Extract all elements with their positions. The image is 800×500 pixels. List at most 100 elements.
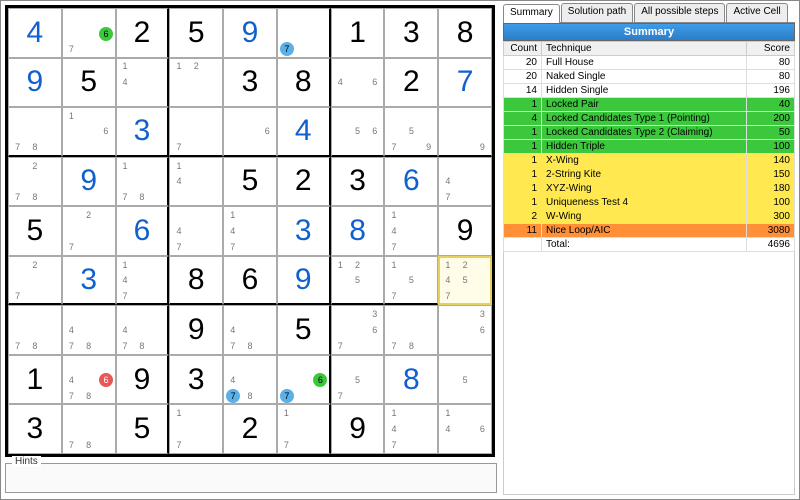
table-row[interactable]: 11Nice Loop/AIC3080: [504, 224, 795, 238]
sudoku-cell[interactable]: 7: [169, 107, 223, 157]
sudoku-cell[interactable]: 7: [438, 58, 492, 108]
sudoku-cell[interactable]: 2: [223, 404, 277, 454]
sudoku-cell[interactable]: 67: [277, 355, 331, 405]
sudoku-cell[interactable]: 47: [169, 206, 223, 256]
sudoku-cell[interactable]: 3: [62, 256, 116, 306]
table-row[interactable]: 4Locked Candidates Type 1 (Pointing)200: [504, 112, 795, 126]
sudoku-cell[interactable]: 17: [169, 404, 223, 454]
sudoku-cell[interactable]: 5: [223, 157, 277, 207]
sudoku-cell[interactable]: 36: [438, 305, 492, 355]
sudoku-cell[interactable]: 2: [116, 8, 170, 58]
sudoku-cell[interactable]: 147: [384, 206, 438, 256]
sudoku-cell[interactable]: 56: [331, 107, 385, 157]
sudoku-cell[interactable]: 9: [331, 404, 385, 454]
tab-active-cell[interactable]: Active Cell: [726, 3, 787, 22]
sudoku-cell[interactable]: 8: [277, 58, 331, 108]
sudoku-cell[interactable]: 478: [116, 305, 170, 355]
sudoku-cell[interactable]: 78: [8, 107, 62, 157]
sudoku-cell[interactable]: 78: [8, 305, 62, 355]
sudoku-cell[interactable]: 4786: [62, 355, 116, 405]
tab-solution-path[interactable]: Solution path: [561, 3, 633, 22]
sudoku-cell[interactable]: 8: [438, 8, 492, 58]
sudoku-cell[interactable]: 46: [331, 58, 385, 108]
sudoku-cell[interactable]: 147: [116, 256, 170, 306]
table-row[interactable]: 1X-Wing140: [504, 154, 795, 168]
sudoku-cell[interactable]: 4: [8, 8, 62, 58]
sudoku-cell[interactable]: 47: [438, 157, 492, 207]
sudoku-cell[interactable]: 9: [223, 8, 277, 58]
col-technique[interactable]: Technique: [542, 42, 747, 56]
sudoku-cell[interactable]: 12457: [438, 256, 492, 306]
sudoku-cell[interactable]: 9: [169, 305, 223, 355]
sudoku-cell[interactable]: 16: [62, 107, 116, 157]
sudoku-cell[interactable]: 146: [438, 404, 492, 454]
sudoku-cell[interactable]: 2: [277, 157, 331, 207]
sudoku-cell[interactable]: 5: [438, 355, 492, 405]
sudoku-cell[interactable]: 17: [277, 404, 331, 454]
sudoku-cell[interactable]: 367: [331, 305, 385, 355]
sudoku-cell[interactable]: 3: [169, 355, 223, 405]
sudoku-cell[interactable]: 8: [169, 256, 223, 306]
sudoku-cell[interactable]: 78: [62, 404, 116, 454]
sudoku-cell[interactable]: 3: [116, 107, 170, 157]
sudoku-cell[interactable]: 8: [331, 206, 385, 256]
sudoku-cell[interactable]: 6: [223, 256, 277, 306]
tab-summary[interactable]: Summary: [503, 4, 560, 23]
sudoku-grid[interactable]: 4762597138951412384627781637645657992789…: [5, 5, 495, 457]
table-row[interactable]: 1Locked Candidates Type 2 (Claiming)50: [504, 126, 795, 140]
sudoku-cell[interactable]: 9: [62, 157, 116, 207]
col-count[interactable]: Count: [504, 42, 542, 56]
sudoku-cell[interactable]: 3: [384, 8, 438, 58]
sudoku-cell[interactable]: 487: [223, 355, 277, 405]
sudoku-cell[interactable]: 1: [331, 8, 385, 58]
sudoku-cell[interactable]: 6: [116, 206, 170, 256]
sudoku-cell[interactable]: 9: [8, 58, 62, 108]
sudoku-cell[interactable]: 5: [116, 404, 170, 454]
sudoku-cell[interactable]: 14: [116, 58, 170, 108]
sudoku-cell[interactable]: 478: [62, 305, 116, 355]
table-row[interactable]: 20Naked Single80: [504, 70, 795, 84]
table-row[interactable]: 1Hidden Triple100: [504, 140, 795, 154]
sudoku-cell[interactable]: 57: [331, 355, 385, 405]
sudoku-cell[interactable]: 3: [331, 157, 385, 207]
sudoku-cell[interactable]: 2: [384, 58, 438, 108]
sudoku-cell[interactable]: 5: [277, 305, 331, 355]
sudoku-cell[interactable]: 4: [277, 107, 331, 157]
table-row[interactable]: 1Locked Pair40: [504, 98, 795, 112]
sudoku-cell[interactable]: 7: [277, 8, 331, 58]
sudoku-cell[interactable]: 76: [62, 8, 116, 58]
sudoku-cell[interactable]: 125: [331, 256, 385, 306]
sudoku-cell[interactable]: 8: [384, 355, 438, 405]
sudoku-cell[interactable]: 478: [223, 305, 277, 355]
sudoku-cell[interactable]: 5: [8, 206, 62, 256]
table-row[interactable]: 1XYZ-Wing180: [504, 182, 795, 196]
sudoku-cell[interactable]: 27: [62, 206, 116, 256]
sudoku-cell[interactable]: 9: [438, 107, 492, 157]
table-row[interactable]: 2W-Wing300: [504, 210, 795, 224]
sudoku-cell[interactable]: 147: [223, 206, 277, 256]
sudoku-cell[interactable]: 5: [169, 8, 223, 58]
sudoku-cell[interactable]: 78: [384, 305, 438, 355]
sudoku-cell[interactable]: 6: [223, 107, 277, 157]
sudoku-cell[interactable]: 157: [384, 256, 438, 306]
sudoku-cell[interactable]: 9: [277, 256, 331, 306]
table-row[interactable]: 1Uniqueness Test 4100: [504, 196, 795, 210]
sudoku-cell[interactable]: 3: [223, 58, 277, 108]
sudoku-cell[interactable]: 278: [8, 157, 62, 207]
sudoku-cell[interactable]: 9: [438, 206, 492, 256]
table-row[interactable]: 14Hidden Single196: [504, 84, 795, 98]
sudoku-cell[interactable]: 3: [8, 404, 62, 454]
sudoku-cell[interactable]: 1: [8, 355, 62, 405]
sudoku-cell[interactable]: 14: [169, 157, 223, 207]
sudoku-cell[interactable]: 6: [384, 157, 438, 207]
sudoku-cell[interactable]: 27: [8, 256, 62, 306]
sudoku-cell[interactable]: 178: [116, 157, 170, 207]
sudoku-cell[interactable]: 147: [384, 404, 438, 454]
sudoku-cell[interactable]: 12: [169, 58, 223, 108]
sudoku-cell[interactable]: 9: [116, 355, 170, 405]
table-row[interactable]: 20Full House80: [504, 56, 795, 70]
col-score[interactable]: Score: [747, 42, 795, 56]
sudoku-cell[interactable]: 5: [62, 58, 116, 108]
tab-all-steps[interactable]: All possible steps: [634, 3, 725, 22]
sudoku-cell[interactable]: 579: [384, 107, 438, 157]
